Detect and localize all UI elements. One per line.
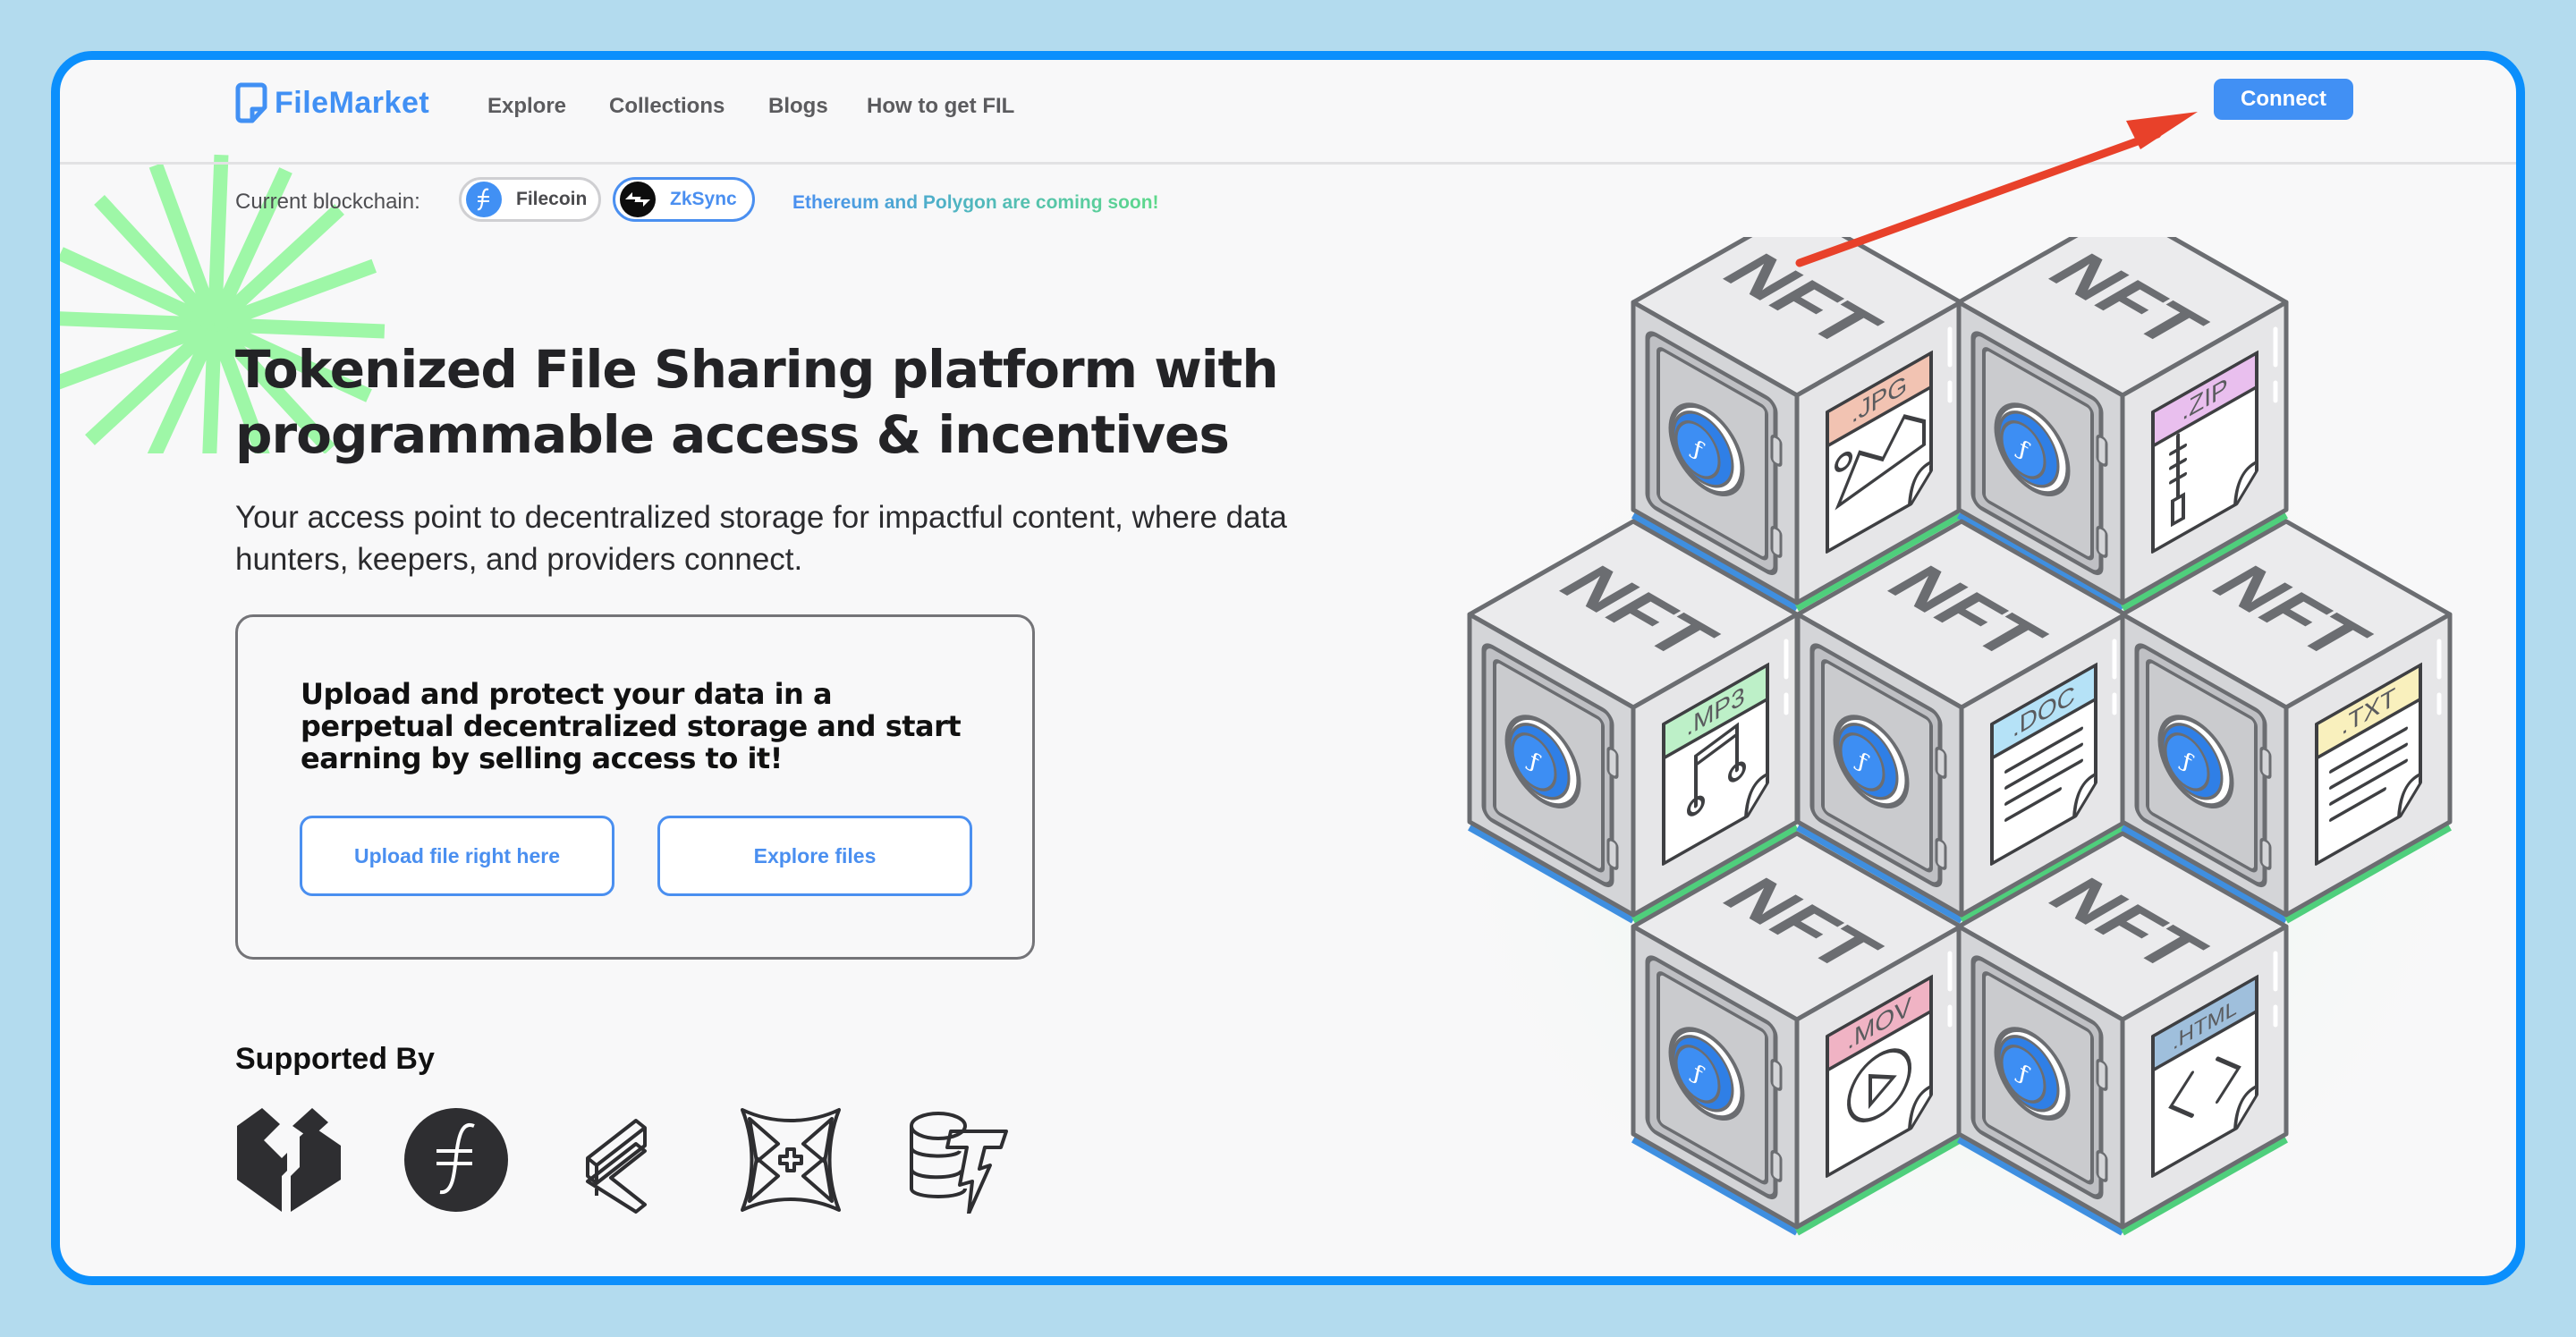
supported-by-heading: Supported By bbox=[235, 1042, 435, 1076]
explore-files-button[interactable]: Explore files bbox=[657, 816, 972, 896]
zigzag-blocks-logo[interactable] bbox=[570, 1106, 677, 1214]
filecoin-logo[interactable] bbox=[402, 1106, 510, 1214]
hero-subtitle: Your access point to decentralized stora… bbox=[235, 500, 1287, 577]
upload-cta-card: Upload and protect your data in a perpet… bbox=[235, 614, 1035, 960]
x-sigil-logo[interactable] bbox=[737, 1106, 844, 1214]
cta-text: Upload and protect your data in a perpet… bbox=[301, 677, 962, 775]
annotation-arrow bbox=[1795, 112, 2198, 267]
browser-page: NFT ƒ .JPG NFT ƒ .ZIP NFT ƒ .MP3 NFT ƒ .DOC NFT ƒ .TXT… bbox=[51, 51, 2525, 1285]
sponsor-cube-logo[interactable] bbox=[235, 1106, 343, 1214]
database-bolt-logo[interactable] bbox=[904, 1106, 1012, 1214]
upload-file-button[interactable]: Upload file right here bbox=[300, 816, 614, 896]
arrow-shaft bbox=[1795, 130, 2162, 267]
